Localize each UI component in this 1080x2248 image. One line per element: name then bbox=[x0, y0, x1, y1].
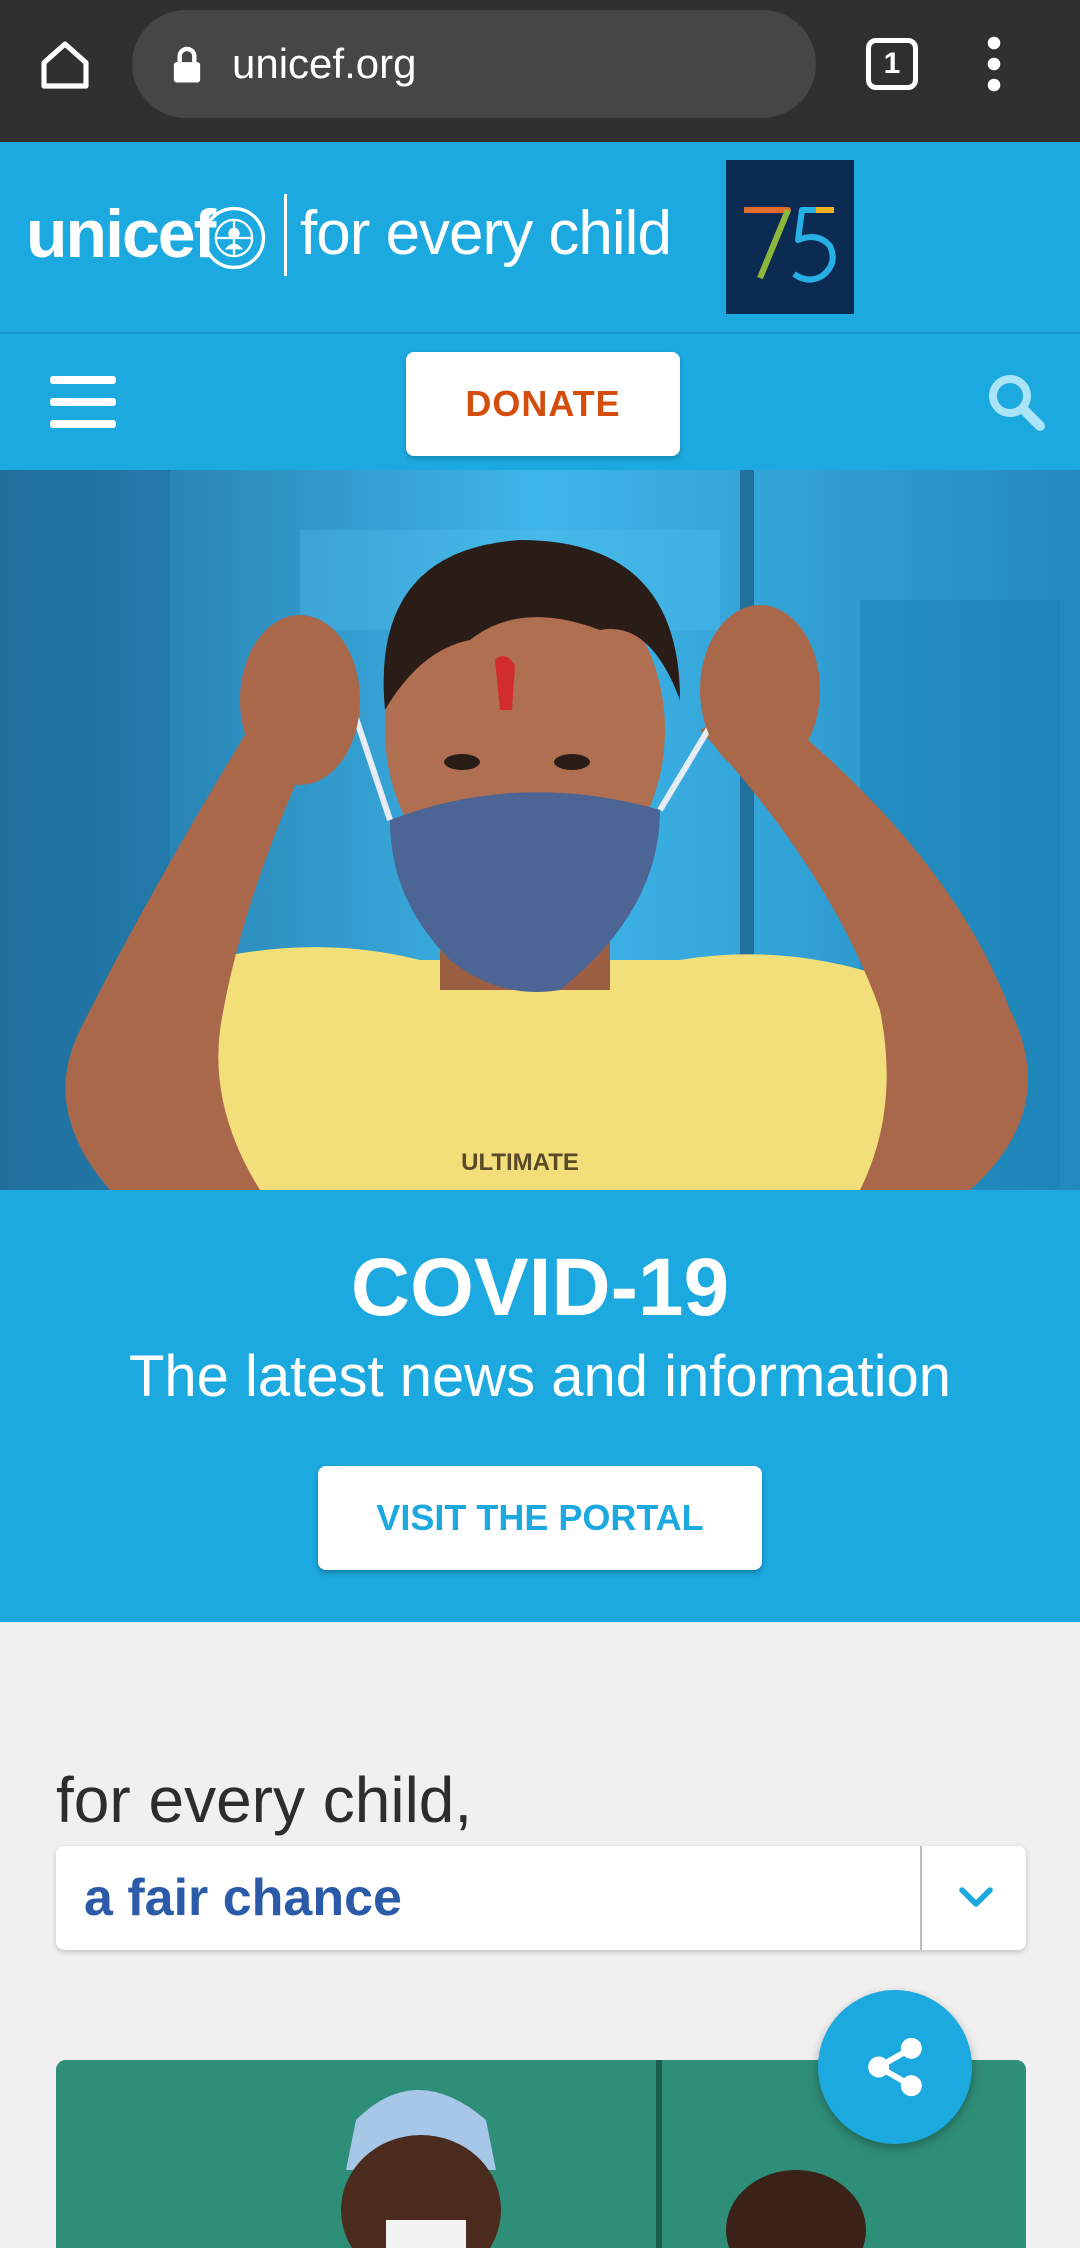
unicef-emblem-icon bbox=[202, 206, 266, 270]
covid-subtitle: The latest news and information bbox=[128, 1344, 952, 1409]
select-divider bbox=[920, 1846, 922, 1950]
hero-photo: ULTIMATE bbox=[0, 470, 1080, 1190]
svg-text:ULTIMATE: ULTIMATE bbox=[461, 1149, 579, 1176]
tabs-button[interactable]: 1 bbox=[866, 38, 918, 90]
home-button[interactable] bbox=[30, 30, 100, 100]
for-every-child-select[interactable]: a fair chance bbox=[56, 1846, 1026, 1950]
lock-icon bbox=[173, 46, 201, 83]
more-vert-icon[interactable] bbox=[980, 36, 1008, 92]
donate-button[interactable]: DONATE bbox=[406, 352, 680, 456]
unicef-logo[interactable]: unicef bbox=[26, 194, 216, 274]
badge-number: 75 bbox=[784, 292, 796, 303]
chevron-down-icon[interactable] bbox=[956, 1878, 996, 1918]
nav-bar: DONATE bbox=[0, 332, 1080, 470]
anniversary-75-mark: 75 bbox=[744, 207, 836, 303]
visit-portal-button[interactable]: VISIT THE PORTAL bbox=[318, 1466, 762, 1570]
tab-count: 1 bbox=[883, 47, 901, 80]
url-text: unicef.org bbox=[232, 40, 417, 87]
covid-title: COVID-19 bbox=[350, 1242, 730, 1333]
select-value: a fair chance bbox=[84, 1869, 402, 1927]
search-icon[interactable] bbox=[986, 372, 1046, 432]
share-icon bbox=[868, 2037, 922, 2097]
browser-toolbar: unicef.org 1 bbox=[0, 0, 1080, 142]
home-icon bbox=[41, 41, 89, 89]
address-bar[interactable]: unicef.org bbox=[132, 10, 816, 118]
covid-banner: COVID-19 The latest news and information… bbox=[0, 1190, 1080, 1622]
hamburger-icon[interactable] bbox=[50, 376, 116, 428]
anniversary-badge: 75 bbox=[726, 160, 854, 314]
hero-image: ULTIMATE bbox=[0, 470, 1080, 1190]
tagline: for every child bbox=[300, 199, 672, 268]
for-every-child-label: for every child, bbox=[56, 1764, 473, 1836]
share-button[interactable] bbox=[818, 1990, 972, 2144]
site-header: unicef for every child 75 bbox=[0, 142, 1080, 332]
logo-divider bbox=[284, 194, 287, 276]
